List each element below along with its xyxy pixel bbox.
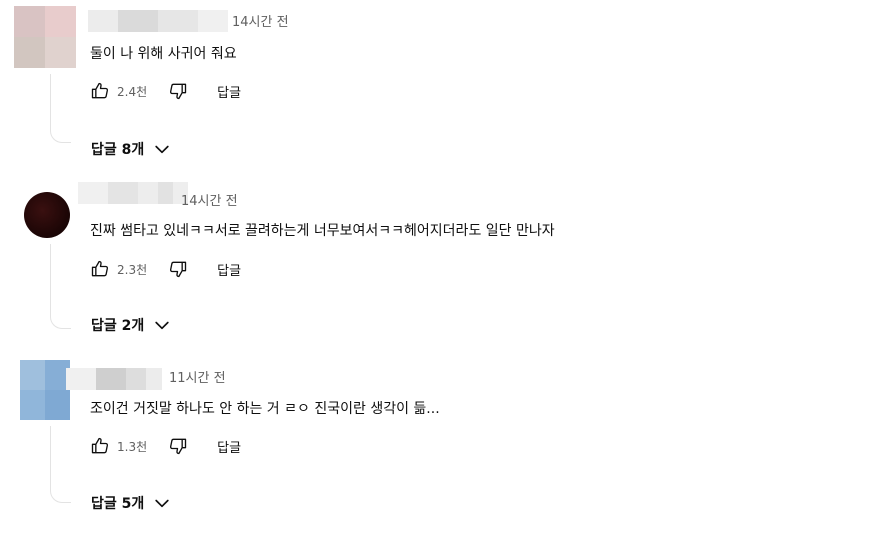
blur-block <box>146 368 162 390</box>
thumbs-down-icon <box>170 261 187 278</box>
blur-block <box>108 182 138 204</box>
comment-time[interactable]: 11시간 전 <box>169 371 226 387</box>
comment-time[interactable]: 14시간 전 <box>232 15 289 31</box>
chevron-down-icon <box>155 145 169 154</box>
thumbs-up-icon <box>91 82 109 99</box>
dislike-button[interactable] <box>167 80 189 102</box>
like-button[interactable] <box>89 435 111 457</box>
avatar-tile <box>45 390 70 420</box>
thumbs-down-icon <box>170 438 187 455</box>
like-button[interactable] <box>89 80 111 102</box>
like-count: 2.4천 <box>117 84 148 99</box>
thread-line <box>50 244 71 329</box>
comment-2: 14시간 전 진짜 썸타고 있네ㅋㅋ서로 끌려하는게 너무보여서ㅋㅋ헤어지더라도… <box>0 170 870 350</box>
blur-block <box>158 10 198 32</box>
replies-label: 답글 2개 <box>91 318 145 334</box>
chevron-down-icon <box>155 321 169 330</box>
blur-block <box>126 368 146 390</box>
dislike-button[interactable] <box>167 258 189 280</box>
blur-block <box>138 182 158 204</box>
thread-line <box>50 426 71 503</box>
replies-label: 답글 5개 <box>91 496 145 512</box>
avatar-tile <box>14 6 45 37</box>
blur-block <box>158 182 173 204</box>
reply-button[interactable]: 답글 <box>217 260 241 279</box>
view-replies-button[interactable]: 답글 5개 <box>91 493 172 513</box>
blur-block <box>66 368 96 390</box>
avatar[interactable] <box>20 360 70 420</box>
comment-actions: 2.4천 답글 <box>89 79 241 103</box>
blur-block <box>78 182 108 204</box>
comment-time[interactable]: 14시간 전 <box>181 194 238 210</box>
replies-label: 답글 8개 <box>91 142 145 158</box>
author-name-blurred[interactable] <box>66 368 162 390</box>
comment-3: 11시간 전 조이건 거짓말 하나도 안 하는 거 ㄹㅇ 진국이란 생각이 듦.… <box>0 350 870 534</box>
blur-block <box>88 10 118 32</box>
avatar-tile <box>20 360 45 390</box>
blur-block <box>96 368 126 390</box>
avatar-tile <box>14 37 45 68</box>
like-count: 2.3천 <box>117 262 148 277</box>
author-name-blurred[interactable] <box>88 10 228 32</box>
avatar-tile <box>45 6 76 37</box>
blur-block <box>198 10 228 32</box>
reply-button[interactable]: 답글 <box>217 437 241 456</box>
blur-block <box>118 10 158 32</box>
thread-line <box>50 74 71 143</box>
comment-text: 진짜 썸타고 있네ㅋㅋ서로 끌려하는게 너무보여서ㅋㅋ헤어지더라도 일단 만나자 <box>90 223 555 239</box>
reply-button[interactable]: 답글 <box>217 82 241 101</box>
like-count: 1.3천 <box>117 439 148 454</box>
avatar[interactable] <box>24 192 70 238</box>
dislike-button[interactable] <box>167 435 189 457</box>
author-name-blurred[interactable] <box>78 182 188 204</box>
thumbs-up-icon <box>91 437 109 454</box>
avatar[interactable] <box>14 6 76 68</box>
view-replies-button[interactable]: 답글 8개 <box>91 139 172 159</box>
comment-text: 조이건 거짓말 하나도 안 하는 거 ㄹㅇ 진국이란 생각이 듦... <box>90 401 440 417</box>
thumbs-down-icon <box>170 83 187 100</box>
avatar-tile <box>20 390 45 420</box>
avatar-tile <box>45 37 76 68</box>
comment-text: 둘이 나 위해 사귀어 줘요 <box>90 46 237 62</box>
view-replies-button[interactable]: 답글 2개 <box>91 315 172 335</box>
thumbs-up-icon <box>91 260 109 277</box>
comment-actions: 1.3천 답글 <box>89 434 241 458</box>
comment-actions: 2.3천 답글 <box>89 257 241 281</box>
like-button[interactable] <box>89 258 111 280</box>
comment-1: 14시간 전 둘이 나 위해 사귀어 줘요 2.4천 답글 답글 8개 <box>0 0 870 170</box>
chevron-down-icon <box>155 499 169 508</box>
